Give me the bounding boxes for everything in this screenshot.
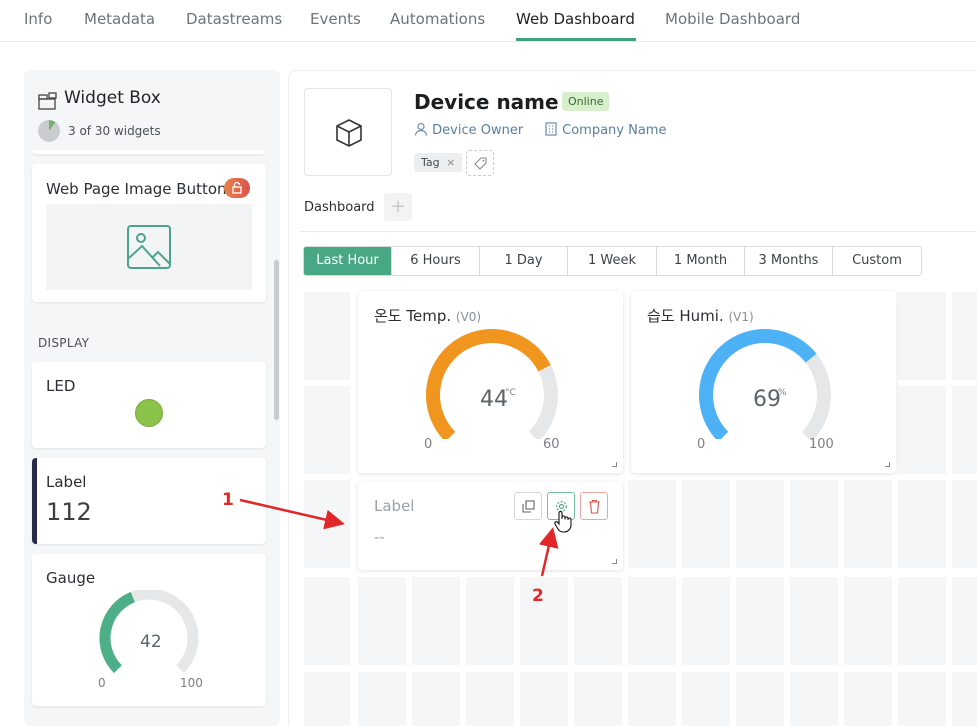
annotation-2: 2 [532, 586, 544, 606]
annotation-arrows [239, 498, 559, 577]
annotation-1: 1 [222, 490, 234, 510]
